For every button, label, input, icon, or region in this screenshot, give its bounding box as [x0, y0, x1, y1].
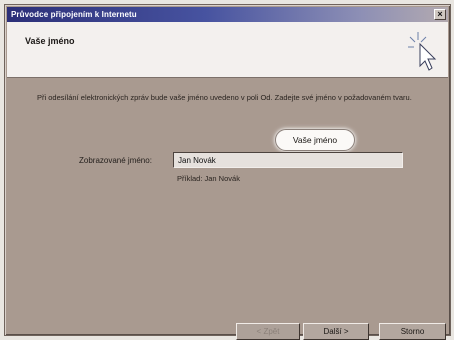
your-name-callout: Vaše jméno: [275, 129, 355, 151]
close-button[interactable]: ×: [434, 9, 446, 20]
wizard-hand-icon: [408, 32, 437, 71]
wizard-header: Vaše jméno: [7, 22, 448, 78]
close-icon: ×: [437, 9, 443, 19]
example-text: Příklad: Jan Novák: [177, 174, 240, 183]
page-heading: Vaše jméno: [25, 36, 75, 46]
instructions-text: Při odesílání elektronických zpráv bude …: [37, 93, 412, 102]
window-title: Průvodce připojením k Internetu: [11, 10, 137, 19]
title-bar[interactable]: Průvodce připojením k Internetu ×: [7, 7, 448, 22]
cancel-button[interactable]: Storno: [379, 323, 446, 340]
next-button[interactable]: Další >: [303, 323, 369, 340]
wizard-body: Při odesílání elektronických zpráv bude …: [7, 79, 448, 340]
display-name-label: Zobrazované jméno:: [79, 156, 152, 165]
back-button[interactable]: < Zpět: [236, 323, 300, 340]
wizard-window: Průvodce připojením k Internetu × Vaše j…: [4, 4, 451, 340]
display-name-input[interactable]: [173, 152, 403, 168]
